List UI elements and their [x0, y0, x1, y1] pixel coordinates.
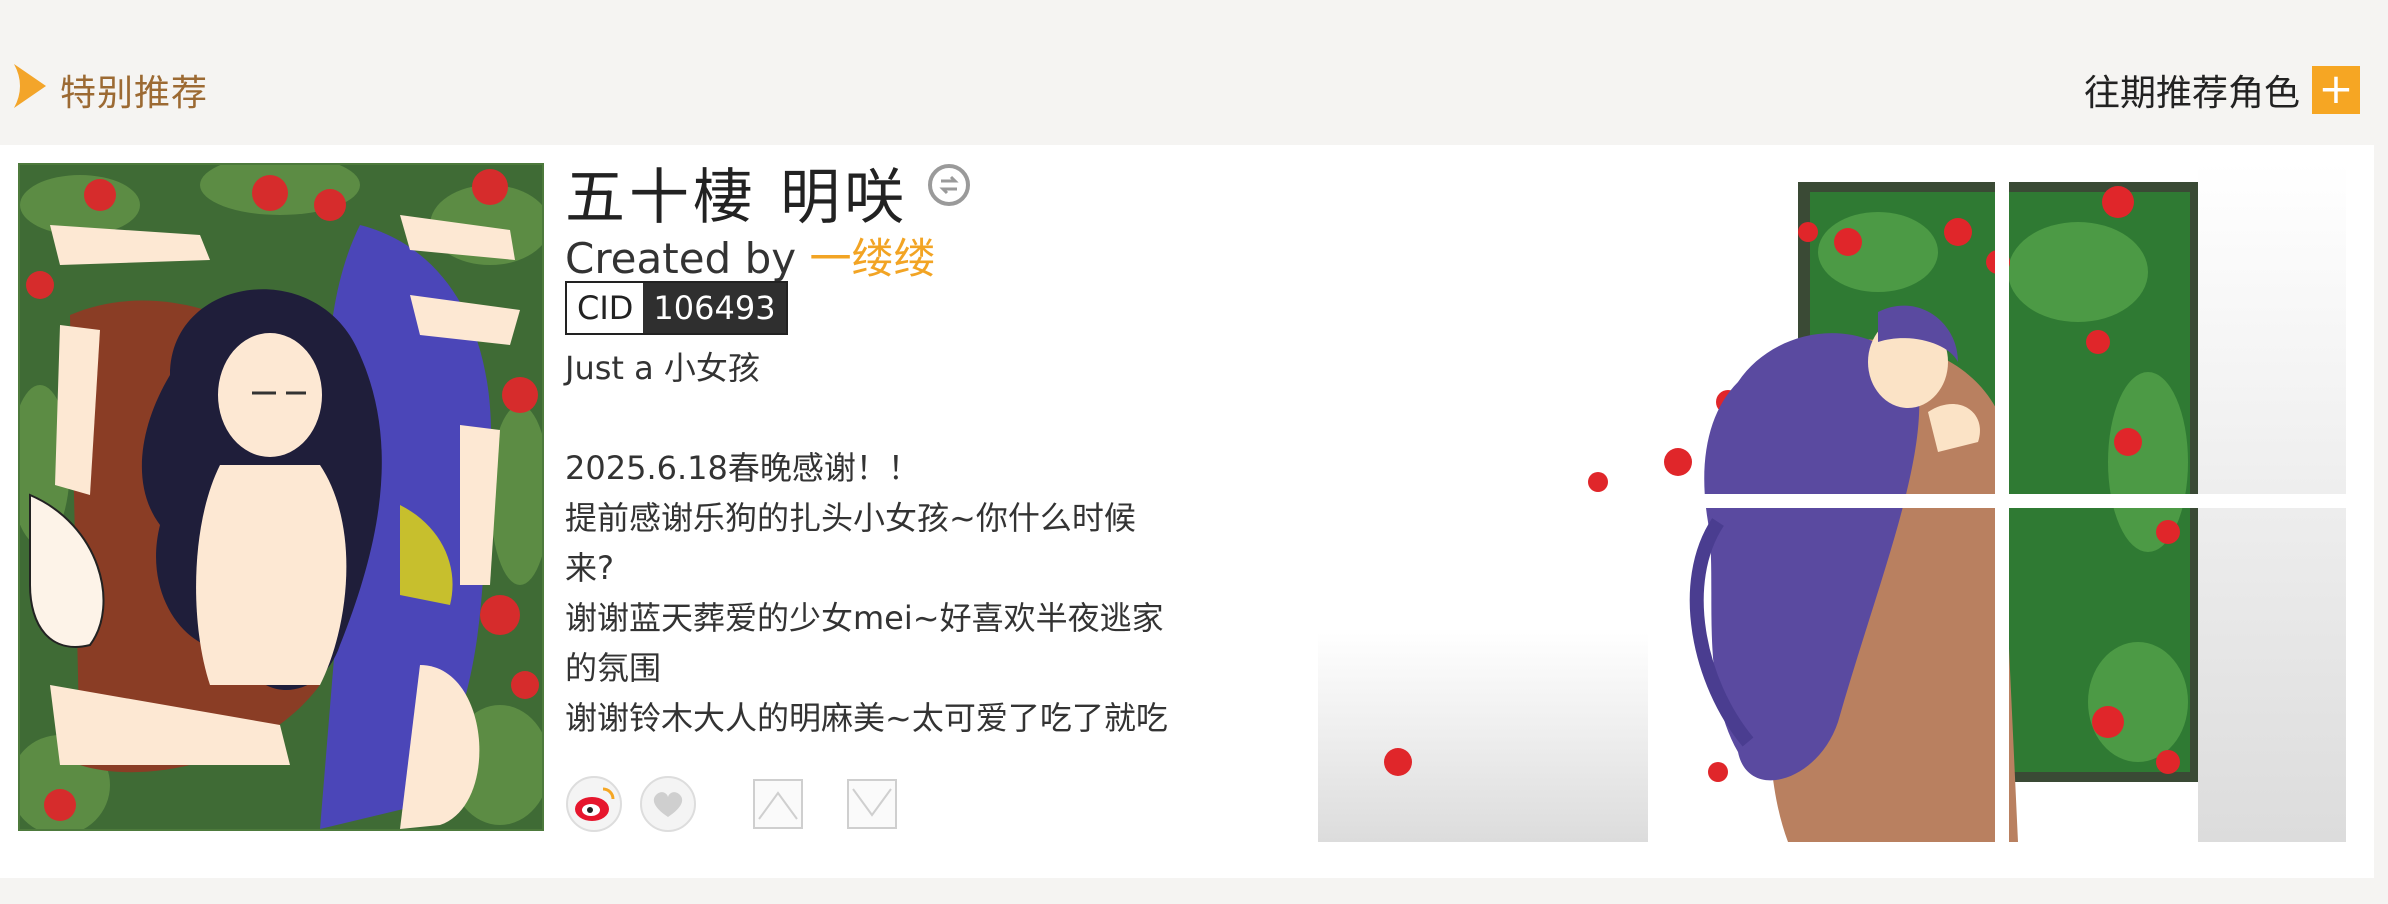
desc-line: 谢谢铃木大人的明麻美~太可爱了吃了就吃: [565, 699, 1168, 737]
desc-line: Just a 小女孩: [565, 349, 760, 387]
swap-badge-icon[interactable]: [927, 163, 971, 207]
section-title: 特别推荐: [60, 73, 209, 114]
desc-line: 谢谢蓝天葬爱的少女mei~好喜欢半夜逃家: [565, 599, 1164, 637]
desc-line: 来?: [565, 549, 614, 587]
desc-line: 2025.6.18春晚感谢！！: [565, 449, 920, 487]
section-header: 特别推荐 往期推荐角色 +: [0, 0, 2388, 145]
cid-tag: CID 106493: [565, 281, 788, 335]
chevron-right-icon: [14, 64, 46, 108]
desc-line: 提前感谢乐狗的扎头小女孩~你什么时候: [565, 499, 1136, 537]
desc-line-blank: [565, 393, 1205, 443]
featured-character-card: 五十棲 明咲 Created by 一缕缕 CID 106493 Just a …: [0, 145, 2374, 878]
character-portrait[interactable]: [18, 163, 544, 831]
expand-plus-button[interactable]: +: [2312, 66, 2360, 114]
past-recommendations-link[interactable]: 往期推荐角色: [2084, 64, 2300, 116]
character-info: 五十棲 明咲 Created by 一缕缕 CID 106493 Just a …: [565, 145, 1265, 878]
heart-icon[interactable]: [639, 775, 697, 833]
weibo-icon[interactable]: [565, 775, 623, 833]
desc-line: 的氛围: [565, 649, 662, 687]
created-by-line: Created by 一缕缕: [565, 225, 935, 286]
cid-value: 106493: [643, 283, 786, 333]
character-name: 五十棲 明咲: [565, 163, 909, 233]
portrait-artwork: [20, 165, 542, 829]
character-gallery-image[interactable]: [1318, 162, 2346, 842]
arrow-up-icon[interactable]: [753, 779, 803, 829]
creator-link[interactable]: 一缕缕: [809, 234, 935, 283]
arrow-down-icon[interactable]: [847, 779, 897, 829]
gallery-artwork: [1318, 162, 2346, 842]
cid-label: CID: [567, 283, 644, 333]
created-by-label: Created by: [565, 234, 810, 283]
character-description: Just a 小女孩 2025.6.18春晚感谢！！ 提前感谢乐狗的扎头小女孩~…: [565, 343, 1205, 743]
